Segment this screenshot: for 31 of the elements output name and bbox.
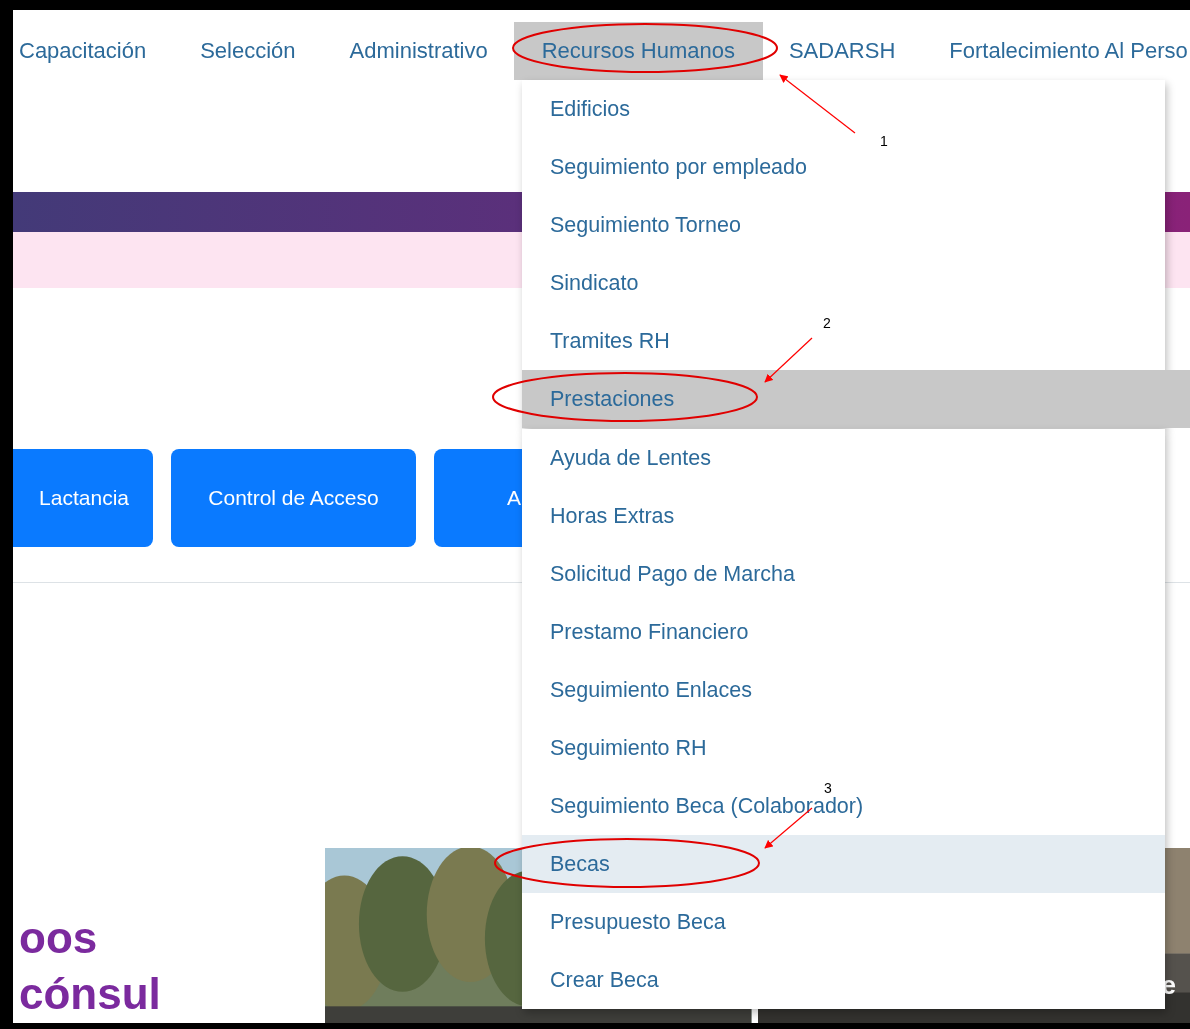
menu-item[interactable]: Crear Beca [522,969,659,991]
menu-item[interactable]: Prestaciones [522,370,1190,428]
menu-item[interactable]: Solicitud Pago de Marcha [522,563,795,585]
nav-link[interactable]: Capacitación [13,22,175,80]
menu-item[interactable]: Becas [522,835,1165,893]
menu-item[interactable]: Prestamo Financiero [522,621,749,643]
annotation-number: 3 [824,780,832,796]
menu-item[interactable]: Seguimiento Torneo [522,214,741,236]
nav-link[interactable]: Selección [172,22,324,80]
menu-item[interactable]: Seguimiento RH [522,737,707,759]
menu-button[interactable]: Control de Acceso [171,449,416,547]
menu-item[interactable]: Edificios [522,98,631,120]
menu-item[interactable]: Seguimiento por empleado [522,156,807,178]
annotation-number: 1 [880,133,888,149]
menu-item[interactable]: Tramites RH [522,330,670,352]
nav-link[interactable]: Recursos Humanos [513,22,763,80]
menu-button[interactable]: A [434,449,523,547]
nav-link[interactable]: SADARSH [760,22,924,80]
headline-text: oos [18,912,99,964]
nav-link[interactable]: Administrativo [321,22,516,80]
headline-text: cónsul [18,968,162,1020]
menu-item[interactable]: Sindicato [522,272,639,294]
menu-item[interactable]: Horas Extras [522,505,675,527]
menu-item[interactable]: Seguimiento Enlaces [522,679,752,701]
menu-item[interactable]: Seguimiento Beca (Colaborador) [522,795,864,817]
menu-item[interactable]: Ayuda de Lentes [522,447,711,469]
nav-link[interactable]: Fortalecimiento Al Perso [921,22,1190,80]
annotation-number: 2 [823,315,831,331]
annotation-arrow [764,337,813,383]
menu-item[interactable]: Presupuesto Beca [522,911,726,933]
menu-button[interactable]: Lactancia [13,449,153,547]
